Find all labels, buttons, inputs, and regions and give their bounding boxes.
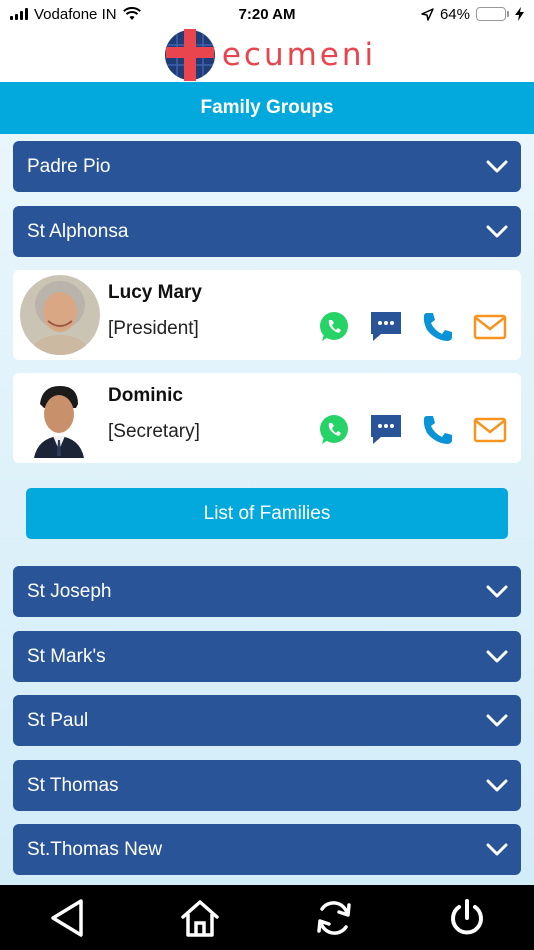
group-item-st-thomas[interactable]: St Thomas (13, 760, 521, 811)
chevron-down-icon (486, 160, 508, 172)
home-button[interactable] (175, 893, 225, 943)
group-item-st-joseph[interactable]: St Joseph (13, 566, 521, 617)
chevron-down-icon (486, 714, 508, 726)
chevron-down-icon (486, 650, 508, 662)
signal-icon (10, 8, 28, 20)
avatar (20, 275, 100, 355)
power-icon (451, 898, 484, 934)
message-icon[interactable] (369, 413, 403, 447)
app-logo: ecumeni (164, 29, 376, 81)
page-title-bar: Family Groups (0, 82, 534, 134)
group-label: St Alphonsa (27, 220, 129, 242)
member-card-president: Lucy Mary [President] (13, 270, 521, 360)
member-card-secretary: Dominic [Secretary] (13, 373, 521, 463)
group-label: St Paul (27, 709, 89, 731)
status-right: 64% (421, 6, 524, 23)
logo-text: ecumeni (221, 37, 377, 73)
chevron-down-icon (486, 585, 508, 597)
list-of-families-button[interactable]: List of Families (26, 488, 508, 539)
page-title: Family Groups (200, 97, 334, 118)
group-item-st-paul[interactable]: St Paul (13, 695, 521, 746)
chevron-down-icon (486, 843, 508, 855)
group-item-st-thomas-new[interactable]: St.Thomas New (13, 824, 521, 875)
battery-icon (476, 7, 509, 21)
phone-icon[interactable] (421, 310, 455, 344)
home-icon (181, 899, 219, 937)
chevron-down-icon (486, 225, 508, 237)
back-button[interactable] (42, 893, 92, 943)
carrier-name: Vodafone IN (34, 5, 117, 23)
member-role: [President] (108, 318, 199, 339)
list-of-families-label: List of Families (203, 502, 331, 524)
status-bar: Vodafone IN 7:20 AM 64% (0, 0, 534, 28)
group-label: St Joseph (27, 580, 112, 602)
group-label: St.Thomas New (27, 838, 163, 860)
avatar (20, 378, 100, 458)
member-name: Dominic (108, 385, 183, 406)
phone-icon[interactable] (421, 413, 455, 447)
group-label: Padre Pio (27, 155, 111, 177)
refresh-icon (317, 900, 351, 935)
whatsapp-icon[interactable] (317, 413, 351, 447)
member-actions (317, 310, 507, 344)
power-button[interactable] (442, 893, 492, 943)
battery-percent: 64% (439, 5, 470, 23)
member-name: Lucy Mary (108, 282, 202, 303)
group-item-st-marks[interactable]: St Mark's (13, 631, 521, 682)
email-icon[interactable] (473, 310, 507, 344)
member-actions (317, 413, 507, 447)
group-label: St Mark's (27, 645, 106, 667)
group-label: St Thomas (27, 774, 119, 796)
email-icon[interactable] (473, 413, 507, 447)
bottom-nav (0, 885, 534, 950)
charging-icon (515, 7, 524, 21)
wifi-icon (122, 7, 141, 20)
globe-cross-icon (164, 29, 215, 81)
message-icon[interactable] (369, 310, 403, 344)
status-left: Vodafone IN (10, 6, 141, 23)
content-area[interactable]: Padre Pio St Alphonsa Lucy Mary [Preside… (0, 134, 534, 885)
chevron-down-icon (486, 779, 508, 791)
back-icon (51, 898, 83, 937)
logo-bar: ecumeni (0, 28, 534, 82)
refresh-button[interactable] (309, 893, 359, 943)
member-role: [Secretary] (108, 421, 200, 442)
group-item-st-alphonsa[interactable]: St Alphonsa (13, 206, 521, 257)
group-item-padre-pio[interactable]: Padre Pio (13, 141, 521, 192)
location-icon (421, 7, 434, 21)
whatsapp-icon[interactable] (317, 310, 351, 344)
